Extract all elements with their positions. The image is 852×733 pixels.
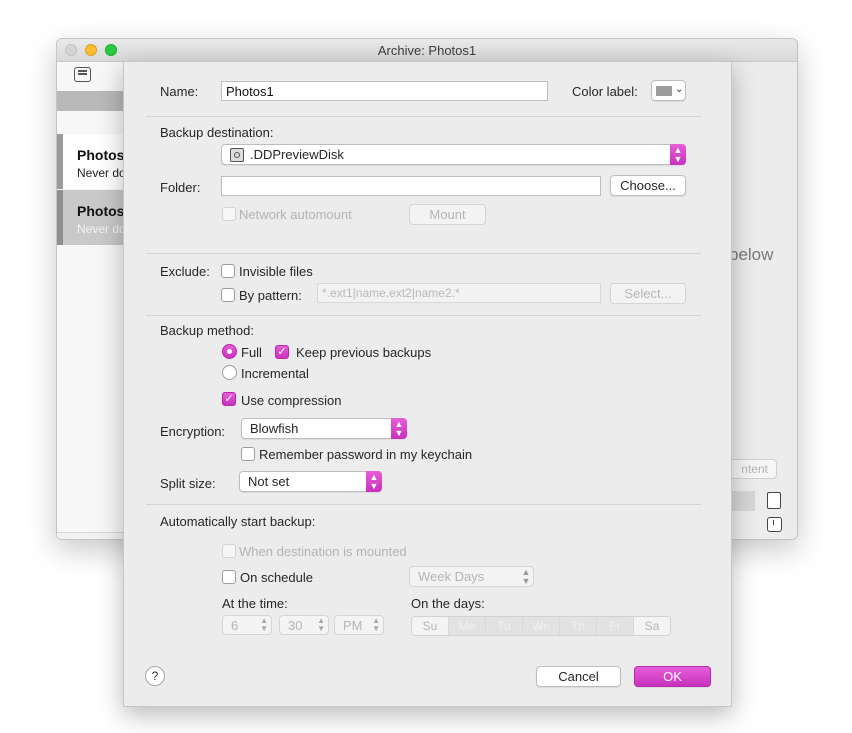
when-mounted-label: When destination is mounted: [239, 544, 407, 559]
window-title: Archive: Photos1: [377, 43, 477, 58]
choose-folder-button[interactable]: Choose...: [610, 175, 686, 196]
invisible-files-label: Invisible files: [239, 264, 313, 279]
schedule-value: Week Days: [418, 569, 485, 584]
pattern-field[interactable]: *.ext1|name.ext2|name2.*: [317, 283, 601, 303]
split-size-value: Not set: [248, 474, 290, 489]
keep-previous-checkbox[interactable]: ✓: [275, 345, 289, 359]
chevron-down-icon: ⌄: [675, 84, 684, 95]
remember-password-checkbox[interactable]: [241, 447, 255, 461]
invisible-files-checkbox[interactable]: [221, 264, 235, 278]
archive-list-icon[interactable]: [74, 67, 91, 82]
title-bar: Archive: Photos1: [57, 39, 797, 62]
backup-destination-label: Backup destination:: [160, 125, 274, 140]
at-time-label: At the time:: [222, 596, 288, 611]
chevron-updown-icon: ▲ ▼: [521, 567, 531, 586]
chevron-updown-icon: ▲ ▼: [670, 144, 686, 165]
sidebar-item-title: Photos: [77, 203, 125, 219]
remove-archive-button[interactable]: −: [113, 536, 124, 539]
day-monday[interactable]: Mo: [449, 617, 486, 635]
schedule-clock-icon[interactable]: [767, 517, 782, 532]
chevron-updown-icon: ▲ ▼: [317, 616, 325, 633]
when-mounted-checkbox[interactable]: [222, 544, 236, 558]
incremental-radio[interactable]: [222, 365, 237, 380]
schedule-popup[interactable]: Week Days ▲ ▼: [409, 566, 534, 587]
day-saturday[interactable]: Sa: [634, 617, 670, 635]
day-tuesday[interactable]: Tu: [486, 617, 523, 635]
incremental-label: Incremental: [241, 366, 309, 381]
destination-value: .DDPreviewDisk: [250, 147, 344, 162]
name-field[interactable]: Photos1: [221, 81, 548, 101]
select-pattern-button[interactable]: Select...: [610, 283, 686, 304]
backup-method-label: Backup method:: [160, 323, 254, 338]
split-size-popup[interactable]: Not set ▲ ▼: [239, 471, 382, 492]
chevron-updown-icon: ▲ ▼: [372, 616, 380, 633]
chevron-updown-icon: ▲ ▼: [391, 418, 407, 439]
use-compression-label: Use compression: [241, 393, 342, 408]
days-segmented-control: Su Mo Tu We Th Fr Sa: [411, 616, 671, 636]
placeholder-text: below: [729, 245, 774, 264]
full-radio[interactable]: [222, 344, 237, 359]
separator: [146, 116, 701, 117]
hour-value: 6: [231, 618, 239, 633]
color-label-label: Color label:: [572, 84, 638, 99]
chevron-updown-icon: ▲ ▼: [260, 616, 268, 633]
sidebar-item-subtitle: Never do: [77, 166, 126, 180]
day-wednesday[interactable]: We: [523, 617, 560, 635]
sidebar-bottom-bar: + −: [57, 532, 125, 539]
day-friday[interactable]: Fr: [597, 617, 634, 635]
minute-stepper[interactable]: 30 ▲ ▼: [279, 615, 329, 635]
color-swatch: [656, 86, 672, 96]
cancel-button[interactable]: Cancel: [536, 666, 621, 687]
encryption-value: Blowfish: [250, 421, 299, 436]
sidebar-item-title: Photos: [77, 147, 125, 163]
by-pattern-label: By pattern:: [239, 288, 302, 303]
sidebar-item-subtitle: Never do: [77, 222, 126, 236]
separator: [146, 504, 701, 505]
network-automount-label: Network automount: [239, 207, 352, 222]
ampm-stepper[interactable]: PM ▲ ▼: [334, 615, 384, 635]
encryption-popup[interactable]: Blowfish ▲ ▼: [241, 418, 407, 439]
minute-value: 30: [288, 618, 303, 633]
on-schedule-checkbox[interactable]: [222, 570, 236, 584]
on-days-label: On the days:: [411, 596, 485, 611]
mount-button[interactable]: Mount: [409, 204, 486, 225]
sidebar-item-photos-selected[interactable]: Photos Never do: [57, 190, 126, 245]
folder-label: Folder:: [160, 180, 201, 195]
sidebar-item-photos[interactable]: Photos Never do: [57, 134, 126, 189]
archive-settings-sheet: Name: Photos1 Color label: ⌄ Backup dest…: [123, 61, 732, 707]
full-label: Full: [241, 345, 262, 360]
remember-password-label: Remember password in my keychain: [259, 447, 473, 462]
help-button[interactable]: ?: [145, 666, 165, 686]
sidebar-header: [57, 91, 125, 111]
add-archive-button[interactable]: +: [77, 536, 88, 539]
ampm-value: PM: [343, 618, 363, 633]
log-document-icon[interactable]: [767, 492, 781, 509]
disk-icon: [230, 148, 244, 162]
ok-button[interactable]: OK: [634, 666, 711, 687]
day-sunday[interactable]: Su: [412, 617, 449, 635]
encryption-label: Encryption:: [160, 424, 226, 439]
day-thursday[interactable]: Th: [560, 617, 597, 635]
exclude-label: Exclude:: [160, 264, 210, 279]
auto-start-label: Automatically start backup:: [160, 514, 316, 529]
on-schedule-label: On schedule: [240, 570, 313, 585]
sidebar: Photos Never do Photos Never do + −: [57, 62, 126, 539]
name-label: Name:: [160, 84, 199, 99]
separator: [146, 253, 701, 254]
split-size-label: Split size:: [160, 476, 216, 491]
chevron-updown-icon: ▲ ▼: [366, 471, 382, 492]
separator: [146, 315, 701, 316]
destination-popup[interactable]: .DDPreviewDisk ▲ ▼: [221, 144, 686, 165]
color-label-popup[interactable]: ⌄: [651, 80, 686, 101]
network-automount-checkbox[interactable]: [222, 207, 236, 221]
keep-previous-label: Keep previous backups: [296, 345, 432, 360]
hour-stepper[interactable]: 6 ▲ ▼: [222, 615, 272, 635]
folder-field[interactable]: [221, 176, 601, 196]
by-pattern-checkbox[interactable]: [221, 288, 235, 302]
use-compression-checkbox[interactable]: ✓: [222, 392, 236, 406]
